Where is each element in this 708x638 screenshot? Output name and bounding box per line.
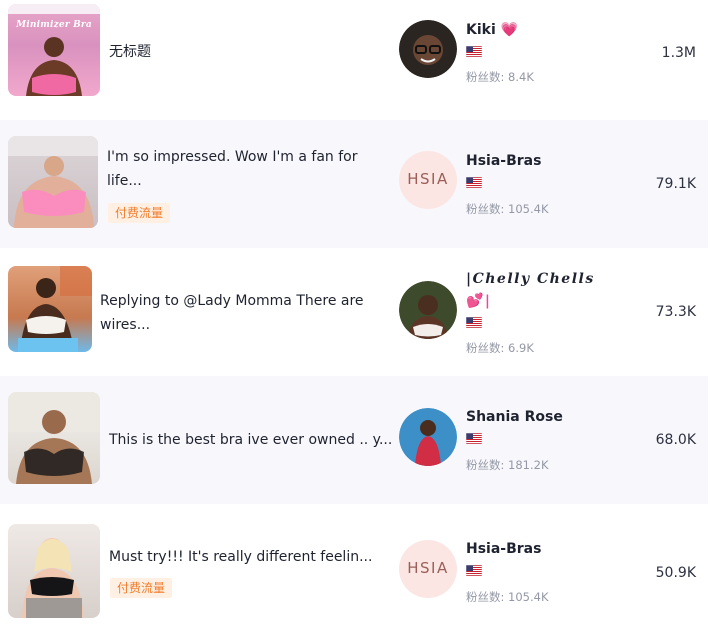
video-thumbnail[interactable] [8, 266, 92, 352]
list-item[interactable]: Must try!!! It's really different feelin… [0, 504, 708, 638]
video-title[interactable]: Must try!!! It's really different feelin… [109, 545, 372, 569]
metric-value: 68.0K [655, 432, 696, 448]
brand-logo: HSIA [407, 170, 449, 188]
creator-name[interactable]: Hsia-Bras [466, 153, 541, 169]
list-item[interactable]: Replying to @Lady Momma There are wires.… [0, 248, 708, 376]
us-flag-icon [466, 565, 482, 576]
metric-value: 1.3M [661, 45, 696, 61]
creator-avatar[interactable] [399, 408, 457, 466]
avatar-image [399, 408, 457, 466]
video-title[interactable]: I'm so impressed. Wow I'm a fan for life… [107, 145, 387, 193]
creator-avatar[interactable]: HSIA [399, 540, 457, 598]
creator-name[interactable]: Kiki 💗 [466, 22, 518, 38]
video-thumbnail[interactable] [8, 524, 100, 618]
list-item[interactable]: Minimizer Bra 无标题 Kiki 💗 粉丝数: 8.4K 1.3M [0, 0, 708, 116]
thumbnail-image [8, 4, 100, 96]
thumbnail-image [8, 136, 98, 228]
creator-avatar[interactable]: HSIA [399, 151, 457, 209]
us-flag-icon [466, 317, 482, 328]
us-flag-icon [466, 433, 482, 444]
metric-value: 79.1K [655, 176, 696, 192]
creator-avatar[interactable] [399, 20, 457, 78]
us-flag-icon [466, 46, 482, 57]
avatar-image [399, 20, 457, 78]
follower-count: 粉丝数: 105.4K [466, 590, 549, 604]
video-thumbnail[interactable] [8, 136, 98, 228]
paid-traffic-badge: 付费流量 [108, 203, 171, 223]
creator-name[interactable]: |Chelly Chells 💕| [466, 268, 595, 312]
follower-count: 粉丝数: 105.4K [466, 202, 549, 216]
thumbnail-image [22, 538, 84, 618]
metric-value: 50.9K [655, 565, 696, 581]
follower-count: 粉丝数: 181.2K [466, 458, 549, 472]
follower-count: 粉丝数: 8.4K [466, 70, 534, 84]
follower-count: 粉丝数: 6.9K [466, 341, 534, 355]
list-item[interactable]: I'm so impressed. Wow I'm a fan for life… [0, 120, 708, 248]
video-title[interactable]: This is the best bra ive ever owned .. y… [109, 428, 392, 452]
video-title[interactable]: Replying to @Lady Momma There are wires.… [100, 289, 380, 337]
creator-avatar[interactable] [399, 281, 457, 339]
avatar-image [399, 281, 457, 339]
brand-logo: HSIA [407, 559, 449, 577]
heart-emoji: 💗 [500, 22, 519, 38]
creator-name[interactable]: Hsia-Bras [466, 541, 541, 557]
list-item[interactable]: This is the best bra ive ever owned .. y… [0, 376, 708, 504]
thumbnail-caption: Minimizer Bra [16, 20, 92, 30]
creator-name[interactable]: Shania Rose [466, 409, 563, 425]
thumbnail-image [18, 266, 92, 352]
thumbnail-image [8, 392, 100, 484]
metric-value: 73.3K [655, 304, 696, 320]
video-thumbnail[interactable]: Minimizer Bra [8, 4, 100, 96]
video-title[interactable]: 无标题 [109, 40, 151, 64]
paid-traffic-badge: 付费流量 [110, 578, 173, 598]
video-thumbnail[interactable] [8, 392, 100, 484]
us-flag-icon [466, 177, 482, 188]
